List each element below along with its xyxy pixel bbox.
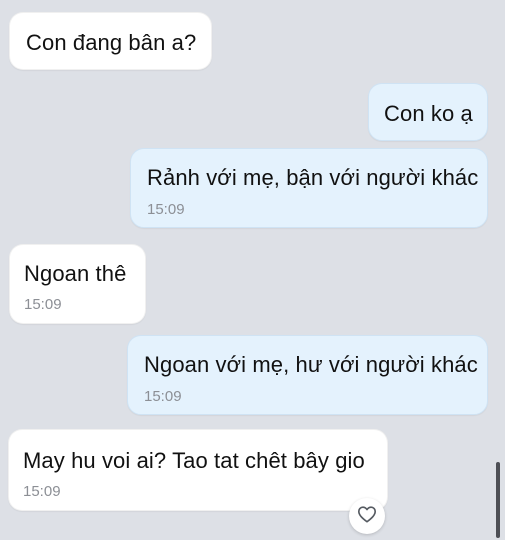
message-bubble-incoming[interactable]: May hu voi ai? Tao tat chêt bây gio 15:0… bbox=[8, 429, 388, 511]
message-bubble-outgoing[interactable]: Ngoan với mẹ, hư với người khác 15:09 bbox=[127, 335, 488, 415]
message-text: Rảnh với mẹ, bận với người khác bbox=[147, 165, 479, 190]
message-bubble-incoming[interactable]: Ngoan thê 15:09 bbox=[9, 244, 146, 324]
message-bubble-incoming[interactable]: Con đang bân a? bbox=[9, 12, 212, 70]
message-timestamp: 15:09 bbox=[147, 201, 185, 218]
message-timestamp: 15:09 bbox=[24, 296, 62, 313]
message-bubble-outgoing[interactable]: Rảnh với mẹ, bận với người khác 15:09 bbox=[130, 148, 488, 228]
reaction-button[interactable] bbox=[349, 498, 385, 534]
message-text: Ngoan với mẹ, hư với người khác bbox=[144, 352, 478, 377]
heart-icon bbox=[357, 505, 377, 528]
message-text: Con ko ạ bbox=[384, 101, 473, 126]
message-timestamp: 15:09 bbox=[23, 483, 61, 500]
message-bubble-outgoing[interactable]: Con ko ạ bbox=[368, 83, 488, 141]
chat-thread[interactable]: Con đang bân a? Con ko ạ Rảnh với mẹ, bậ… bbox=[0, 0, 505, 540]
message-text: Ngoan thê bbox=[24, 261, 127, 286]
message-text: May hu voi ai? Tao tat chêt bây gio bbox=[23, 448, 365, 473]
message-timestamp: 15:09 bbox=[144, 388, 182, 405]
scrollbar-thumb[interactable] bbox=[496, 462, 500, 538]
message-text: Con đang bân a? bbox=[26, 30, 197, 55]
